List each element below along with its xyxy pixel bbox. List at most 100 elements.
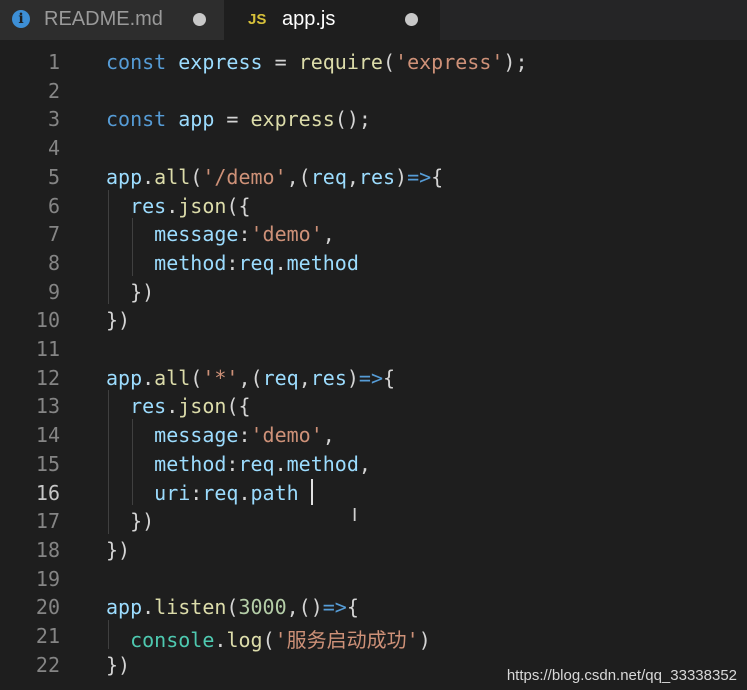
code-token: const [106, 107, 167, 132]
code-line[interactable]: 20 app.listen(3000,()=>{ [0, 591, 747, 620]
code-token: : [238, 423, 251, 448]
code-line[interactable]: 19 [0, 563, 747, 592]
code-token: express [250, 107, 335, 132]
code-token: method [286, 451, 359, 476]
line-number: 19 [35, 566, 60, 591]
code-token: ( [190, 164, 203, 189]
text-cursor [311, 478, 313, 505]
code-line[interactable]: 17 }) [0, 505, 747, 534]
code-text: app.listen(3000,()=>{ [106, 595, 359, 619]
tab-app-js[interactable]: JS app.js [224, 0, 440, 40]
line-number: 20 [35, 595, 60, 620]
line-number: 13 [35, 394, 60, 419]
code-token: . [142, 164, 155, 189]
code-token: => [407, 164, 432, 189]
code-token: req [238, 451, 275, 476]
code-token: json [178, 394, 227, 419]
code-line[interactable]: 10}) [0, 304, 747, 333]
code-token: app [106, 595, 143, 620]
line-number: 9 [47, 279, 60, 304]
unsaved-dot-icon[interactable] [405, 13, 418, 26]
code-text: res.json({ [106, 394, 251, 419]
tab-bar: i README.md JS app.js [0, 0, 747, 40]
code-token: message [154, 423, 239, 448]
code-token: ({ [226, 394, 251, 419]
line-number: 3 [47, 107, 60, 132]
code-token: 'demo' [250, 423, 323, 448]
code-line[interactable]: 8 method:req.method [0, 247, 747, 276]
code-line[interactable]: 6 res.json({ [0, 190, 747, 219]
line-number: 5 [47, 164, 60, 189]
code-line[interactable]: 9 }) [0, 276, 747, 305]
code-token: all [154, 365, 191, 390]
text-cursor-ibeam-icon: I [352, 505, 358, 526]
code-line[interactable]: 12 app.all('*',(req,res)=>{ [0, 362, 747, 391]
code-token: }) [106, 308, 131, 333]
line-number: 2 [47, 78, 60, 103]
code-token: app [106, 365, 143, 390]
code-token: }) [106, 279, 155, 304]
code-token: => [358, 365, 383, 390]
tab-readme[interactable]: i README.md [0, 0, 224, 40]
tab-label: app.js [282, 8, 336, 30]
code-token: }) [106, 537, 131, 562]
code-token: . [274, 451, 287, 476]
code-line[interactable]: 1 const express = require('express'); [0, 46, 747, 75]
code-token: , [346, 164, 359, 189]
code-token: app [106, 164, 143, 189]
indent-guide [108, 390, 109, 534]
line-number: 22 [35, 652, 60, 677]
indent-guide [108, 620, 109, 649]
code-text: const express = require('express'); [106, 50, 528, 74]
code-token: req [202, 480, 239, 505]
code-line[interactable]: 4 [0, 132, 747, 161]
code-line[interactable]: 18}) [0, 534, 747, 563]
code-token: const [106, 50, 167, 74]
code-token: . [142, 595, 155, 620]
code-token: { [431, 164, 444, 189]
code-token: message [154, 222, 239, 247]
line-number: 18 [35, 537, 60, 562]
code-text: message:'demo', [106, 222, 335, 246]
code-token: , [358, 451, 371, 476]
code-token: '*' [202, 365, 239, 390]
code-line[interactable]: 5 app.all('/demo',(req,res)=>{ [0, 161, 747, 190]
code-token: , [322, 222, 335, 247]
code-token: '/demo' [202, 164, 287, 189]
code-token: , [322, 423, 335, 448]
code-token: req [238, 250, 275, 275]
code-token: method [286, 250, 359, 275]
line-number: 8 [47, 250, 60, 275]
line-number: 14 [35, 423, 60, 448]
code-token: listen [154, 595, 227, 620]
code-token: => [322, 595, 347, 620]
code-line[interactable]: 11 [0, 333, 747, 362]
code-token: ); [503, 50, 528, 74]
code-line[interactable]: 2 [0, 75, 747, 104]
code-token: : [226, 250, 239, 275]
code-line[interactable]: 3 const app = express(); [0, 103, 747, 132]
code-text: res.json({ [106, 194, 250, 218]
watermark: https://blog.csdn.net/qq_33338352 [506, 667, 737, 684]
javascript-file-icon: JS [248, 11, 267, 28]
unsaved-dot-icon[interactable] [193, 13, 206, 26]
code-token: req [310, 164, 347, 189]
code-line[interactable]: 16 uri:req.path [0, 477, 747, 506]
line-number: 17 [35, 509, 60, 534]
code-line[interactable]: 14 message:'demo', [0, 419, 747, 448]
code-editor[interactable]: 1 const express = require('express'); 2 3 co… [0, 40, 747, 690]
line-number: 12 [35, 365, 60, 390]
line-number: 10 [35, 308, 60, 333]
line-number: 21 [35, 624, 60, 648]
code-line[interactable]: 13 res.json({ [0, 390, 747, 419]
code-line[interactable]: 15 method:req.method, [0, 448, 747, 477]
code-text: }) [106, 308, 130, 332]
code-line[interactable]: 21 console.log('服务启动成功') [0, 620, 747, 652]
code-token: uri [154, 480, 191, 505]
code-line[interactable]: 7 message:'demo', [0, 218, 747, 247]
